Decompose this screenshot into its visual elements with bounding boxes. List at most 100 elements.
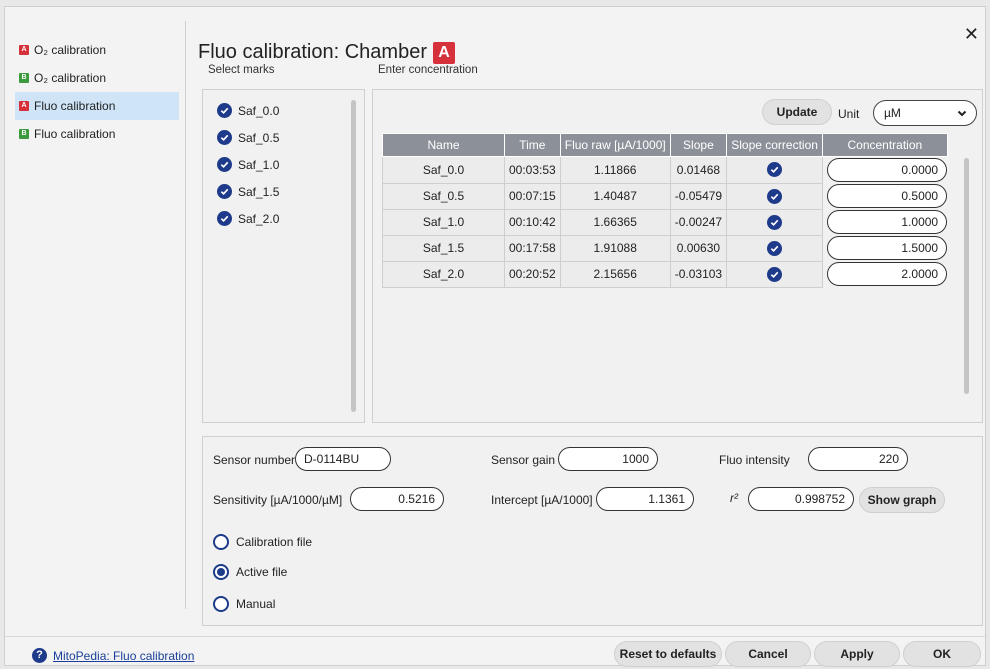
mark-label: Saf_0.5 <box>238 130 280 145</box>
cell-concentration: 0.0000 <box>823 157 948 184</box>
r-squared-field[interactable]: 0.998752 <box>748 487 854 511</box>
chamber-badge: A <box>433 41 455 64</box>
sensor-number-field[interactable]: D-0114BU <box>295 447 391 471</box>
chamber-b-icon: B <box>19 129 29 139</box>
cell-time: 00:17:58 <box>504 234 561 262</box>
cell-slope-correction[interactable] <box>726 260 824 288</box>
mark-item[interactable]: Saf_2.0 <box>203 205 364 232</box>
column-header-slope: Slope <box>669 133 728 157</box>
apply-button[interactable]: Apply <box>814 641 900 667</box>
concentration-input[interactable]: 0.0000 <box>827 158 948 182</box>
column-header-fluo-raw: Fluo raw [µA/1000] <box>559 133 671 157</box>
sidebar-item-o2-calibration-b[interactable]: B O₂ calibration <box>15 64 179 92</box>
chamber-a-icon: A <box>19 101 29 111</box>
concentration-input[interactable]: 1.5000 <box>827 236 948 260</box>
cell-slope-correction[interactable] <box>726 234 824 262</box>
enter-concentration-label: Enter concentration <box>378 64 478 76</box>
fluo-intensity-label: Fluo intensity <box>719 453 790 467</box>
mitopedia-link[interactable]: MitoPedia: Fluo calibration <box>53 649 194 663</box>
cell-time: 00:20:52 <box>504 260 561 288</box>
reset-defaults-button[interactable]: Reset to defaults <box>614 641 722 667</box>
cell-slope: 0.00630 <box>669 234 728 262</box>
sensitivity-label: Sensitivity [µA/1000/µM] <box>213 493 343 507</box>
check-icon <box>217 211 232 226</box>
sidebar-item-label: Fluo calibration <box>34 99 116 113</box>
check-icon <box>767 214 783 230</box>
sensor-gain-label: Sensor gain <box>491 453 556 467</box>
mark-item[interactable]: Saf_1.0 <box>203 151 364 178</box>
cell-name: Saf_1.5 <box>382 234 505 262</box>
radio-selected-icon <box>213 564 229 580</box>
sidebar-divider <box>185 21 186 609</box>
mark-label: Saf_1.0 <box>238 157 280 172</box>
fluo-intensity-field[interactable]: 220 <box>808 447 908 471</box>
cell-time: 00:03:53 <box>504 156 561 184</box>
radio-active-file[interactable]: Active file <box>213 564 287 580</box>
unit-select-value: µM <box>884 106 901 120</box>
cell-fluo-raw: 1.11866 <box>559 156 671 184</box>
chamber-a-icon: A <box>19 45 29 55</box>
sidebar-item-o2-calibration-a[interactable]: A O₂ calibration <box>15 36 179 64</box>
marks-list: Saf_0.0 Saf_0.5 Saf_1.0 Saf_1.5 Saf_2.0 <box>202 89 365 423</box>
cell-concentration: 1.0000 <box>823 209 948 235</box>
unit-select[interactable]: µM <box>873 100 977 126</box>
cell-fluo-raw: 1.40487 <box>559 182 671 210</box>
cell-name: Saf_2.0 <box>382 260 505 288</box>
cell-concentration: 0.5000 <box>823 183 948 209</box>
cell-time: 00:10:42 <box>504 208 561 236</box>
column-header-slope-correction: Slope correction <box>726 133 824 157</box>
show-graph-button[interactable]: Show graph <box>859 487 945 513</box>
mark-item[interactable]: Saf_0.0 <box>203 97 364 124</box>
concentration-panel: Update Unit µM Name Time Fluo raw [µA/10… <box>372 89 983 423</box>
table-row: Saf_1.0 00:10:42 1.66365 -0.00247 1.0000 <box>382 208 948 236</box>
cell-name: Saf_1.0 <box>382 208 505 236</box>
radio-calibration-file[interactable]: Calibration file <box>213 534 312 550</box>
mark-label: Saf_1.5 <box>238 184 280 199</box>
select-marks-label: Select marks <box>208 64 275 76</box>
cell-slope-correction[interactable] <box>726 208 824 236</box>
help-icon: ? <box>32 648 47 663</box>
intercept-field[interactable]: 1.1361 <box>596 487 694 511</box>
check-icon <box>217 103 232 118</box>
help-link-area[interactable]: ? MitoPedia: Fluo calibration <box>32 648 194 663</box>
sensor-number-label: Sensor number <box>213 453 296 467</box>
cell-concentration: 2.0000 <box>823 261 948 287</box>
radio-label: Calibration file <box>236 535 313 549</box>
check-icon <box>767 162 783 178</box>
cell-slope-correction[interactable] <box>726 182 824 210</box>
close-icon[interactable]: ✕ <box>964 25 979 43</box>
chamber-b-icon: B <box>19 73 29 83</box>
cancel-button[interactable]: Cancel <box>725 641 811 667</box>
table-row: Saf_2.0 00:20:52 2.15656 -0.03103 2.0000 <box>382 260 948 288</box>
sensitivity-field[interactable]: 0.5216 <box>350 487 444 511</box>
r-squared-label: r² <box>730 491 738 505</box>
calibration-dialog: ✕ A O₂ calibration B O₂ calibration A Fl… <box>4 6 987 667</box>
intercept-label: Intercept [µA/1000] <box>491 493 593 507</box>
check-icon <box>767 266 783 282</box>
concentration-input[interactable]: 0.5000 <box>827 184 948 208</box>
sensor-panel: Sensor number D-0114BU Sensor gain 1000 … <box>202 436 983 626</box>
ok-button[interactable]: OK <box>903 641 981 667</box>
sidebar-item-fluo-calibration-a[interactable]: A Fluo calibration <box>15 92 179 120</box>
cell-time: 00:07:15 <box>504 182 561 210</box>
cell-slope-correction[interactable] <box>726 156 824 184</box>
cell-fluo-raw: 1.66365 <box>559 208 671 236</box>
table-scrollbar[interactable] <box>964 158 969 394</box>
check-icon <box>217 157 232 172</box>
sensor-gain-field[interactable]: 1000 <box>558 447 658 471</box>
sidebar-item-label: O₂ calibration <box>34 71 107 85</box>
mark-label: Saf_2.0 <box>238 211 280 226</box>
radio-label: Active file <box>236 565 288 579</box>
radio-manual[interactable]: Manual <box>213 596 275 612</box>
table-header-row: Name Time Fluo raw [µA/1000] Slope Slope… <box>382 133 948 157</box>
column-header-name: Name <box>382 133 505 157</box>
concentration-input[interactable]: 1.0000 <box>827 210 948 234</box>
mark-item[interactable]: Saf_1.5 <box>203 178 364 205</box>
update-button[interactable]: Update <box>762 99 832 125</box>
concentration-input[interactable]: 2.0000 <box>827 262 948 286</box>
marks-scrollbar[interactable] <box>351 100 356 412</box>
mark-label: Saf_0.0 <box>238 103 280 118</box>
sidebar-item-fluo-calibration-b[interactable]: B Fluo calibration <box>15 120 179 148</box>
mark-item[interactable]: Saf_0.5 <box>203 124 364 151</box>
table-row: Saf_0.0 00:03:53 1.11866 0.01468 0.0000 <box>382 156 948 184</box>
